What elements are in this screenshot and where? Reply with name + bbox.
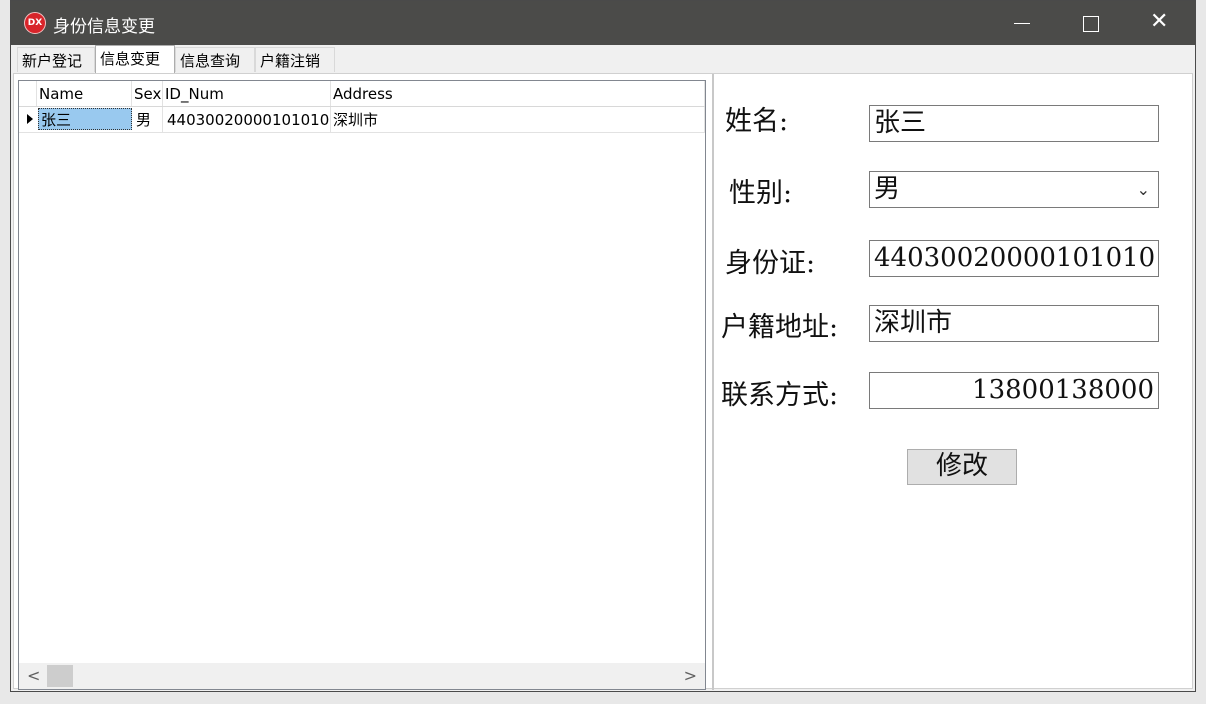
address-label: 户籍地址: — [721, 312, 839, 343]
tab-household-cancel[interactable]: 户籍注销 — [255, 47, 335, 72]
contact-input[interactable]: 13800138000 — [869, 372, 1159, 409]
name-input[interactable]: 张三 — [869, 105, 1159, 142]
chevron-down-icon[interactable]: ⌄ — [1137, 173, 1150, 207]
id-input[interactable]: 440300200001010101 — [869, 240, 1159, 277]
tab-info-change[interactable]: 信息变更 — [95, 45, 175, 74]
tab-info-query[interactable]: 信息查询 — [175, 47, 255, 72]
column-header-address[interactable]: Address — [331, 81, 705, 106]
maximize-icon — [1083, 16, 1099, 32]
close-button[interactable]: ✕ — [1126, 1, 1196, 45]
app-logo-icon: DX — [24, 12, 46, 34]
title-bar[interactable]: DX 身份信息变更 ✕ — [11, 1, 1195, 45]
scroll-thumb[interactable] — [47, 665, 73, 687]
sex-label: 性别: — [729, 178, 793, 209]
close-icon: ✕ — [1150, 9, 1169, 34]
sex-select-value: 男 — [874, 174, 901, 204]
table-row[interactable]: 张三 男 440300200001010101 深圳市 — [19, 107, 705, 133]
tab-new-registration[interactable]: 新户登记 — [17, 47, 95, 72]
records-grid[interactable]: Name Sex ID_Num Address 张三 男 44030020000… — [18, 80, 706, 690]
maximize-button[interactable] — [1056, 1, 1126, 45]
cell-id-num[interactable]: 440300200001010101 — [163, 107, 331, 132]
panel-divider — [712, 74, 714, 690]
horizontal-scrollbar[interactable]: < > — [19, 663, 705, 689]
name-label: 姓名: — [725, 106, 789, 137]
contact-label: 联系方式: — [721, 380, 839, 411]
window-title: 身份信息变更 — [53, 17, 155, 37]
grid-header: Name Sex ID_Num Address — [19, 81, 705, 107]
modify-button[interactable]: 修改 — [907, 449, 1017, 485]
minimize-button[interactable] — [986, 1, 1056, 45]
scroll-left-icon[interactable]: < — [27, 666, 40, 685]
row-header-corner — [19, 81, 37, 106]
column-header-id-num[interactable]: ID_Num — [163, 81, 331, 106]
cell-address[interactable]: 深圳市 — [331, 107, 705, 132]
current-row-indicator-icon — [27, 114, 33, 124]
sex-select[interactable]: 男 ⌄ — [869, 171, 1159, 208]
column-header-name[interactable]: Name — [37, 81, 132, 106]
minimize-icon — [1014, 23, 1030, 24]
app-window: DX 身份信息变更 ✕ 新户登记 信息变更 信息查询 户籍注销 Name Sex… — [10, 0, 1196, 692]
address-input[interactable]: 深圳市 — [869, 305, 1159, 342]
cell-sex[interactable]: 男 — [132, 107, 163, 132]
column-header-sex[interactable]: Sex — [132, 81, 163, 106]
id-label: 身份证: — [725, 248, 816, 279]
scroll-right-icon[interactable]: > — [684, 666, 697, 685]
cell-name[interactable]: 张三 — [38, 108, 132, 130]
